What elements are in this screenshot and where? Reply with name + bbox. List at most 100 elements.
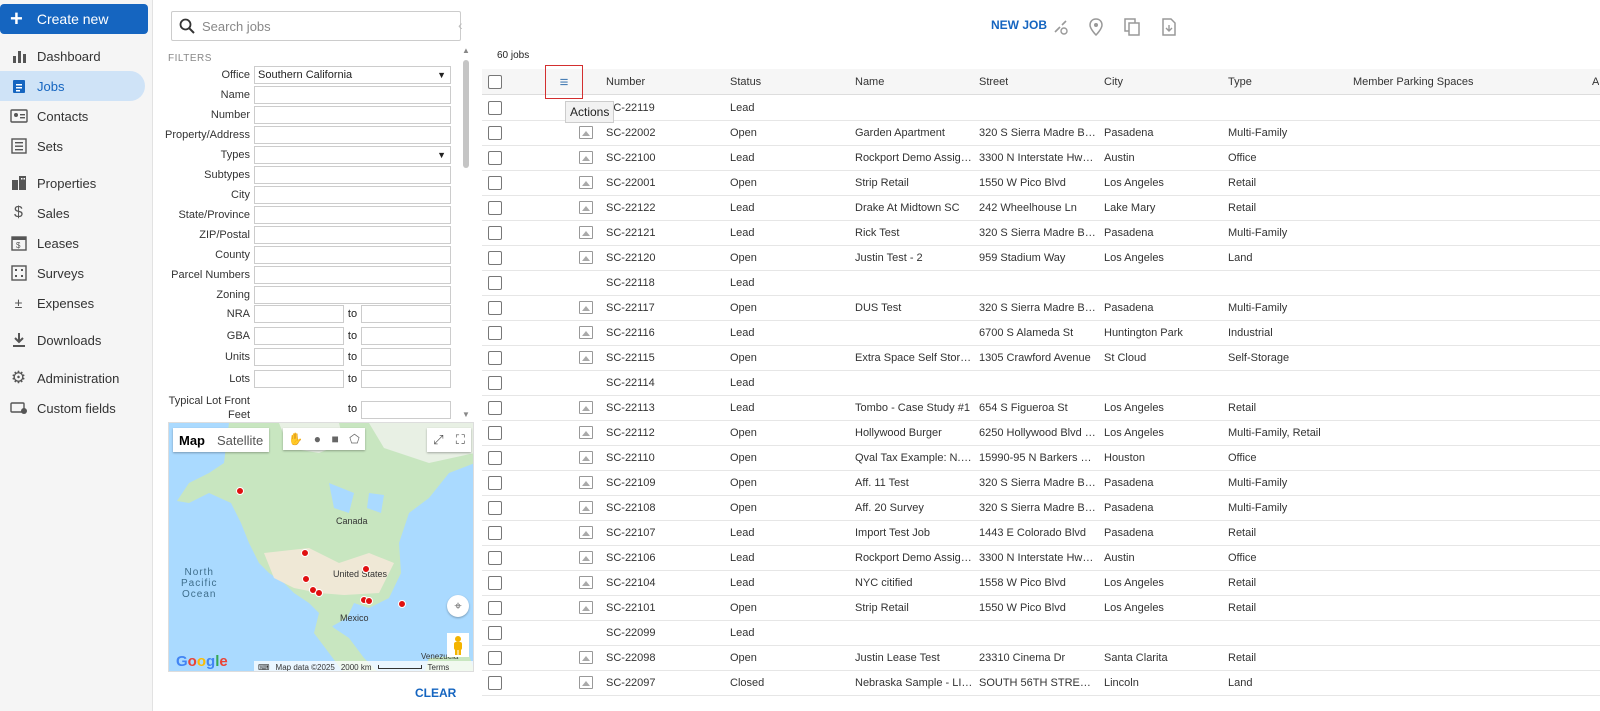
table-row[interactable]: SC-22100 Lead Rockport Demo Assign... 3300 …	[482, 146, 1600, 171]
table-row[interactable]: SC-22121 Lead Rick Test 320 S Sierra Madre …	[482, 221, 1600, 246]
subtypes-input[interactable]	[254, 166, 451, 184]
city-input[interactable]	[254, 186, 451, 204]
street-view-pegman-icon[interactable]	[447, 633, 469, 657]
circle-draw-icon[interactable]: ●	[314, 432, 321, 446]
map-pin[interactable]	[362, 565, 370, 573]
table-row[interactable]: SC-22108 Open Aff. 20 Survey 320 S Sierra M…	[482, 496, 1600, 521]
nav-item-contacts[interactable]: Contacts	[0, 101, 145, 131]
table-row[interactable]: SC-22119 Lead	[482, 96, 1600, 121]
units-to-input[interactable]	[361, 348, 451, 366]
number-input[interactable]	[254, 106, 451, 124]
nav-item-sales[interactable]: $ Sales	[0, 198, 145, 228]
county-input[interactable]	[254, 246, 451, 264]
satellite-view-button[interactable]: Satellite	[211, 433, 269, 448]
row-checkbox[interactable]	[488, 651, 502, 665]
column-header-status[interactable]: Status	[730, 76, 761, 88]
table-row[interactable]: SC-22115 Open Extra Space Self Storage 1305…	[482, 346, 1600, 371]
nav-item-custom-fields[interactable]: Custom fields	[0, 393, 145, 423]
office-select[interactable]: Southern California ▼	[254, 66, 451, 84]
row-checkbox[interactable]	[488, 176, 502, 190]
gba-to-input[interactable]	[361, 327, 451, 345]
map-pin-icon[interactable]	[1085, 16, 1107, 38]
table-row[interactable]: SC-22112 Open Hollywood Burger 6250 Hollywo…	[482, 421, 1600, 446]
row-checkbox[interactable]	[488, 226, 502, 240]
column-header-truncated[interactable]: A	[1592, 76, 1599, 88]
row-checkbox[interactable]	[488, 551, 502, 565]
table-row[interactable]: SC-22001 Open Strip Retail 1550 W Pico Blvd…	[482, 171, 1600, 196]
map-terms-link[interactable]: Terms	[428, 663, 450, 672]
unlink-icon[interactable]	[1050, 16, 1072, 38]
row-checkbox[interactable]	[488, 476, 502, 490]
lot-front-to-input[interactable]	[361, 401, 451, 419]
create-new-button[interactable]: + Create new	[0, 4, 148, 34]
column-header-name[interactable]: Name	[855, 76, 884, 88]
units-from-input[interactable]	[254, 348, 344, 366]
zip-postal-input[interactable]	[254, 226, 451, 244]
table-row[interactable]: SC-22114 Lead	[482, 371, 1600, 396]
rectangle-draw-icon[interactable]: ■	[331, 432, 338, 446]
actions-column-menu[interactable]: ≡	[545, 65, 583, 99]
row-checkbox[interactable]	[488, 276, 502, 290]
name-input[interactable]	[254, 86, 451, 104]
expand-icon[interactable]: ⤢	[433, 432, 443, 448]
types-input[interactable]: ▼	[254, 146, 451, 164]
row-checkbox[interactable]	[488, 201, 502, 215]
lots-from-input[interactable]	[254, 370, 344, 388]
property-address-input[interactable]	[254, 126, 451, 144]
parcel-numbers-input[interactable]	[254, 266, 451, 284]
column-header-city[interactable]: City	[1104, 76, 1123, 88]
row-checkbox[interactable]	[488, 451, 502, 465]
row-checkbox[interactable]	[488, 326, 502, 340]
map-view-button[interactable]: Map	[173, 433, 211, 448]
table-row[interactable]: SC-22113 Lead Tombo - Case Study #1 654 S F…	[482, 396, 1600, 421]
table-row[interactable]: SC-22097 Closed Nebraska Sample - LIN... SO…	[482, 671, 1600, 696]
keyboard-icon[interactable]: ⌨	[258, 663, 270, 672]
row-checkbox[interactable]	[488, 626, 502, 640]
jobs-map[interactable]: Canada United States Mexico Venezuela No…	[168, 422, 474, 672]
table-row[interactable]: SC-22099 Lead	[482, 621, 1600, 646]
table-row[interactable]: SC-22118 Lead	[482, 271, 1600, 296]
row-checkbox[interactable]	[488, 351, 502, 365]
map-pin[interactable]	[398, 600, 406, 608]
polygon-draw-icon[interactable]: ⬠	[349, 432, 359, 446]
collapse-panel-chevron-icon[interactable]: ‹	[458, 17, 463, 33]
new-job-button[interactable]: NEW JOB	[991, 18, 1047, 32]
row-checkbox[interactable]	[488, 251, 502, 265]
zoning-input[interactable]	[254, 286, 451, 304]
row-checkbox[interactable]	[488, 126, 502, 140]
nav-item-surveys[interactable]: Surveys	[0, 258, 145, 288]
nav-item-downloads[interactable]: Downloads	[0, 325, 145, 355]
search-jobs-input[interactable]	[202, 18, 442, 34]
nav-item-expenses[interactable]: ± Expenses	[0, 288, 145, 318]
nav-item-dashboard[interactable]: Dashboard	[0, 41, 145, 71]
row-checkbox[interactable]	[488, 526, 502, 540]
table-row[interactable]: SC-22104 Lead NYC citified 1558 W Pico Blvd…	[482, 571, 1600, 596]
copy-icon[interactable]	[1121, 16, 1143, 38]
table-row[interactable]: SC-22101 Open Strip Retail 1550 W Pico Blvd…	[482, 596, 1600, 621]
column-header-type[interactable]: Type	[1228, 76, 1252, 88]
hand-pan-icon[interactable]: ✋	[288, 432, 303, 446]
row-checkbox[interactable]	[488, 151, 502, 165]
state-province-input[interactable]	[254, 206, 451, 224]
nra-from-input[interactable]	[254, 305, 344, 323]
table-row[interactable]: SC-22098 Open Justin Lease Test 23310 Cinem…	[482, 646, 1600, 671]
row-checkbox[interactable]	[488, 301, 502, 315]
row-checkbox[interactable]	[488, 376, 502, 390]
table-row[interactable]: SC-22120 Open Justin Test - 2 959 Stadium W…	[482, 246, 1600, 271]
map-pin[interactable]	[301, 549, 309, 557]
row-checkbox[interactable]	[488, 101, 502, 115]
map-pin[interactable]	[302, 575, 310, 583]
row-checkbox[interactable]	[488, 601, 502, 615]
map-pin[interactable]	[315, 589, 323, 597]
nav-item-leases[interactable]: $ Leases	[0, 228, 145, 258]
column-header-member-parking-spaces[interactable]: Member Parking Spaces	[1353, 76, 1473, 88]
scroll-up-icon[interactable]: ▲	[462, 46, 470, 55]
my-location-button[interactable]: ⌖	[447, 595, 469, 617]
filter-scrollbar[interactable]: ▲ ▼	[461, 46, 471, 419]
clear-filters-button[interactable]: CLEAR	[415, 686, 456, 700]
row-checkbox[interactable]	[488, 401, 502, 415]
table-row[interactable]: SC-22110 Open Qval Tax Example: N. Ba... 15…	[482, 446, 1600, 471]
nav-item-sets[interactable]: Sets	[0, 131, 145, 161]
table-row[interactable]: SC-22106 Lead Rockport Demo Assign... 3300 …	[482, 546, 1600, 571]
table-row[interactable]: SC-22116 Lead 6700 S Alameda St Huntington …	[482, 321, 1600, 346]
